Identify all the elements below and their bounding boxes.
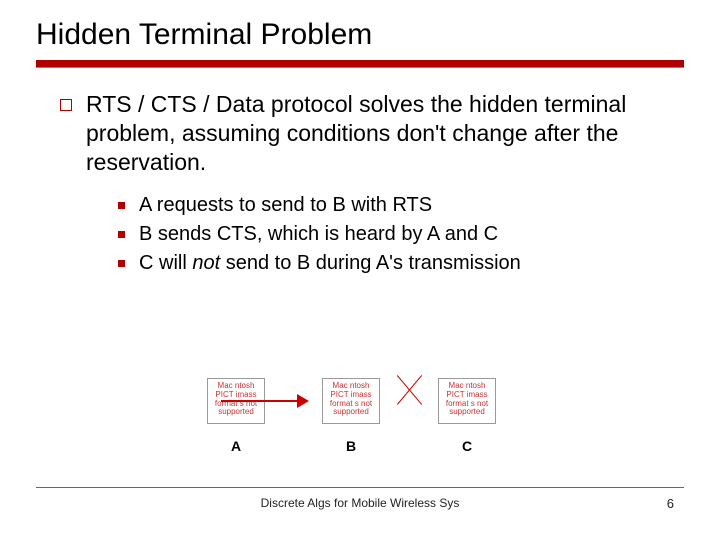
bullet-level1: RTS / CTS / Data protocol solves the hid… [60, 90, 660, 176]
bullet-level2-text: B sends CTS, which is heard by A and C [139, 221, 498, 248]
bullet-level1-text: RTS / CTS / Data protocol solves the hid… [86, 90, 660, 176]
cross-icon [390, 374, 430, 406]
bullet-level2-text: C will not send to B during A's transmis… [139, 250, 521, 277]
node-b-placeholder: Mac ntosh PICT imass format s not suppor… [322, 378, 380, 424]
bullet-marker-fill [118, 231, 125, 238]
list-item: C will not send to B during A's transmis… [118, 250, 660, 277]
list-item: A requests to send to B with RTS [118, 192, 660, 219]
bullet-marker-fill [118, 260, 125, 267]
content-area: RTS / CTS / Data protocol solves the hid… [0, 68, 720, 277]
footer-text: Discrete Algs for Mobile Wireless Sys [0, 496, 720, 510]
slide-title: Hidden Terminal Problem [0, 0, 720, 56]
node-label-c: C [462, 438, 472, 454]
diagram: Mac ntosh PICT imass format s not suppor… [0, 378, 720, 468]
bullet-level2-text: A requests to send to B with RTS [139, 192, 432, 219]
node-label-b: B [346, 438, 356, 454]
bullet-level2-list: A requests to send to B with RTS B sends… [60, 190, 660, 277]
arrow-icon [221, 394, 309, 408]
node-label-a: A [231, 438, 241, 454]
bullet-marker-outline [60, 99, 72, 111]
list-item: B sends CTS, which is heard by A and C [118, 221, 660, 248]
page-number: 6 [667, 496, 674, 511]
node-c-placeholder: Mac ntosh PICT imass format s not suppor… [438, 378, 496, 424]
bullet-marker-fill [118, 202, 125, 209]
title-underline [36, 60, 684, 67]
footer-line [36, 487, 684, 488]
